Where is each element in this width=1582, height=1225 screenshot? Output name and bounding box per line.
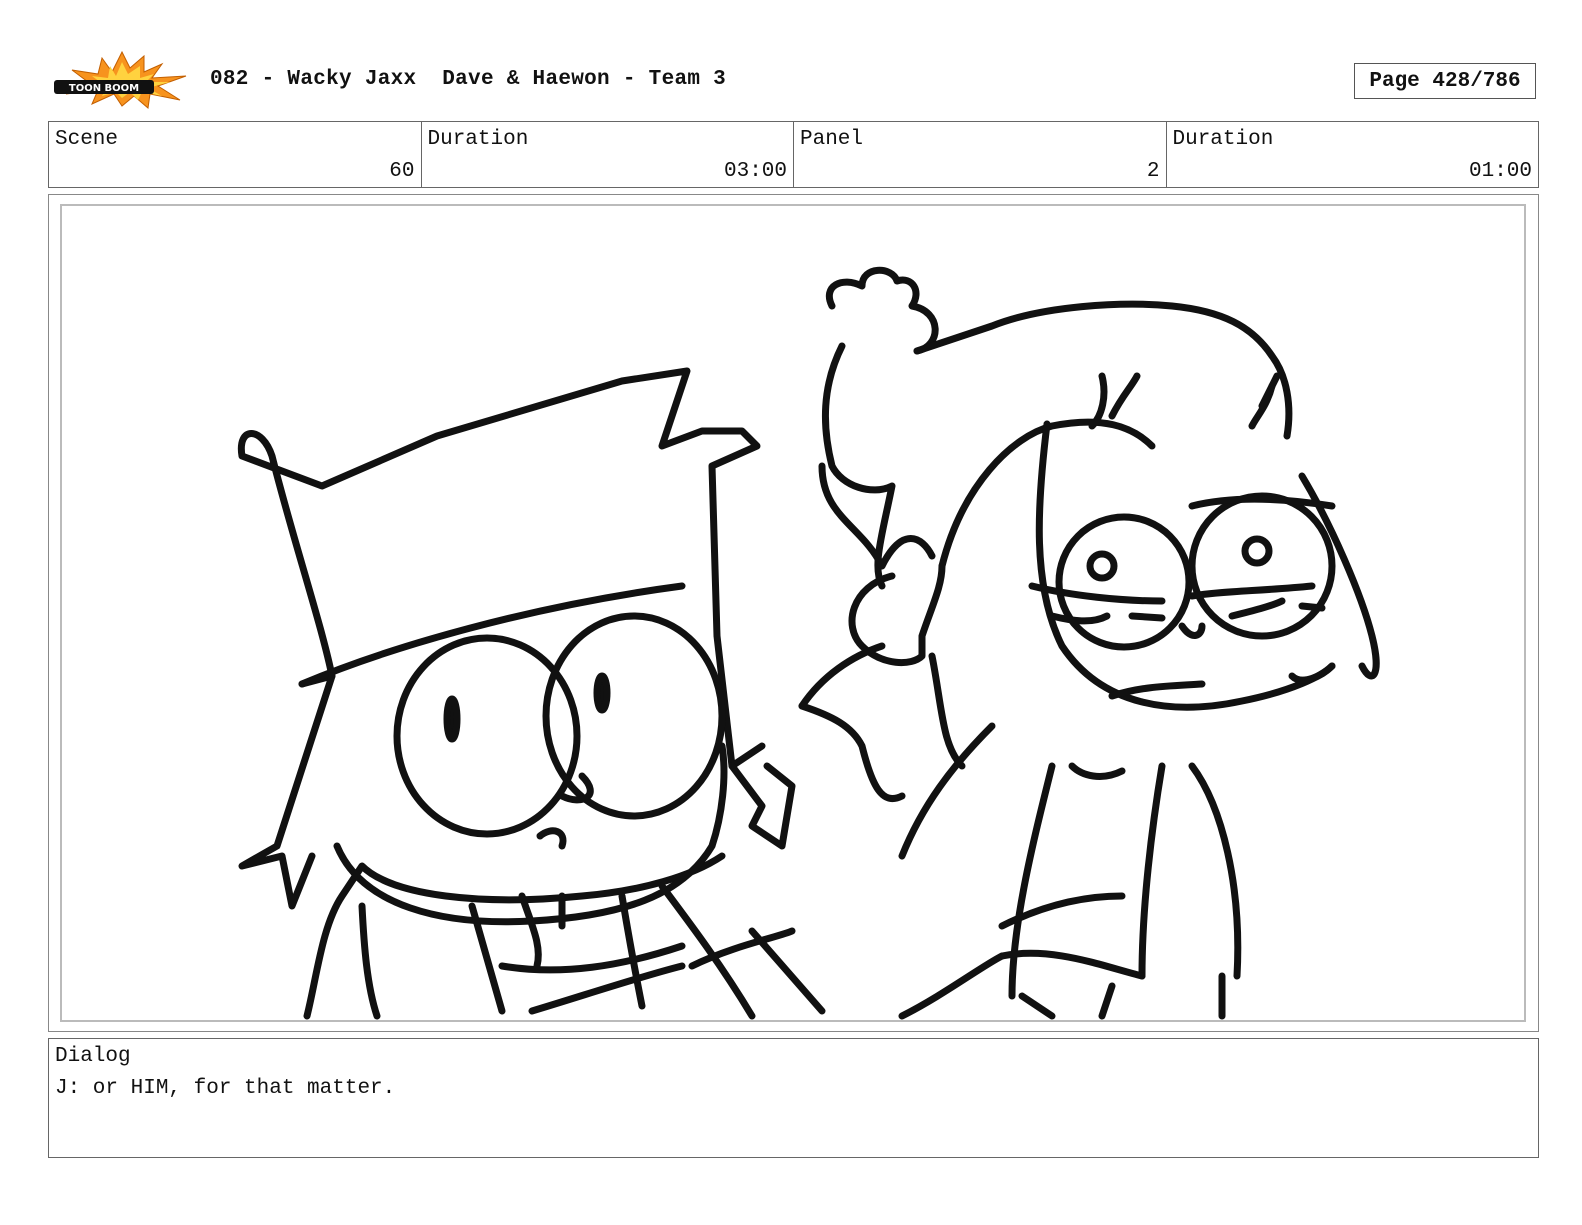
- info-row: Scene 60 Duration 03:00 Panel 2 Duration…: [48, 121, 1539, 188]
- logo-text: TOON BOOM: [69, 83, 139, 94]
- panel-duration-value: 01:00: [1468, 160, 1532, 183]
- panel-duration-label: Duration: [1172, 128, 1274, 151]
- storyboard-title: 082 - Wacky Jaxx Dave & Haewon - Team 3: [210, 68, 727, 91]
- dialog-label: Dialog: [55, 1045, 131, 1068]
- panel-duration-cell: Duration 01:00: [1167, 122, 1539, 187]
- toon-boom-logo: TOON BOOM: [52, 50, 190, 110]
- scene-duration-value: 03:00: [723, 160, 787, 183]
- storyboard-sketch: [237, 266, 1380, 1020]
- panel-frame: [48, 194, 1539, 1032]
- scene-value: 60: [389, 160, 415, 183]
- scene-cell: Scene 60: [49, 122, 422, 187]
- scene-duration-cell: Duration 03:00: [422, 122, 794, 187]
- panel-cell: Panel 2: [794, 122, 1167, 187]
- dialog-text: J: or HIM, for that matter.: [55, 1077, 396, 1100]
- dialog-box: Dialog J: or HIM, for that matter.: [48, 1038, 1539, 1158]
- page-indicator: Page 428/786: [1354, 63, 1536, 99]
- scene-label: Scene: [55, 128, 119, 151]
- scene-duration-label: Duration: [427, 128, 529, 151]
- panel-drawing-area: [60, 204, 1526, 1022]
- panel-label: Panel: [800, 128, 864, 151]
- character-right-sketch: [798, 266, 1380, 1020]
- character-left-sketch: [237, 367, 826, 1020]
- panel-value: 2: [1146, 160, 1160, 183]
